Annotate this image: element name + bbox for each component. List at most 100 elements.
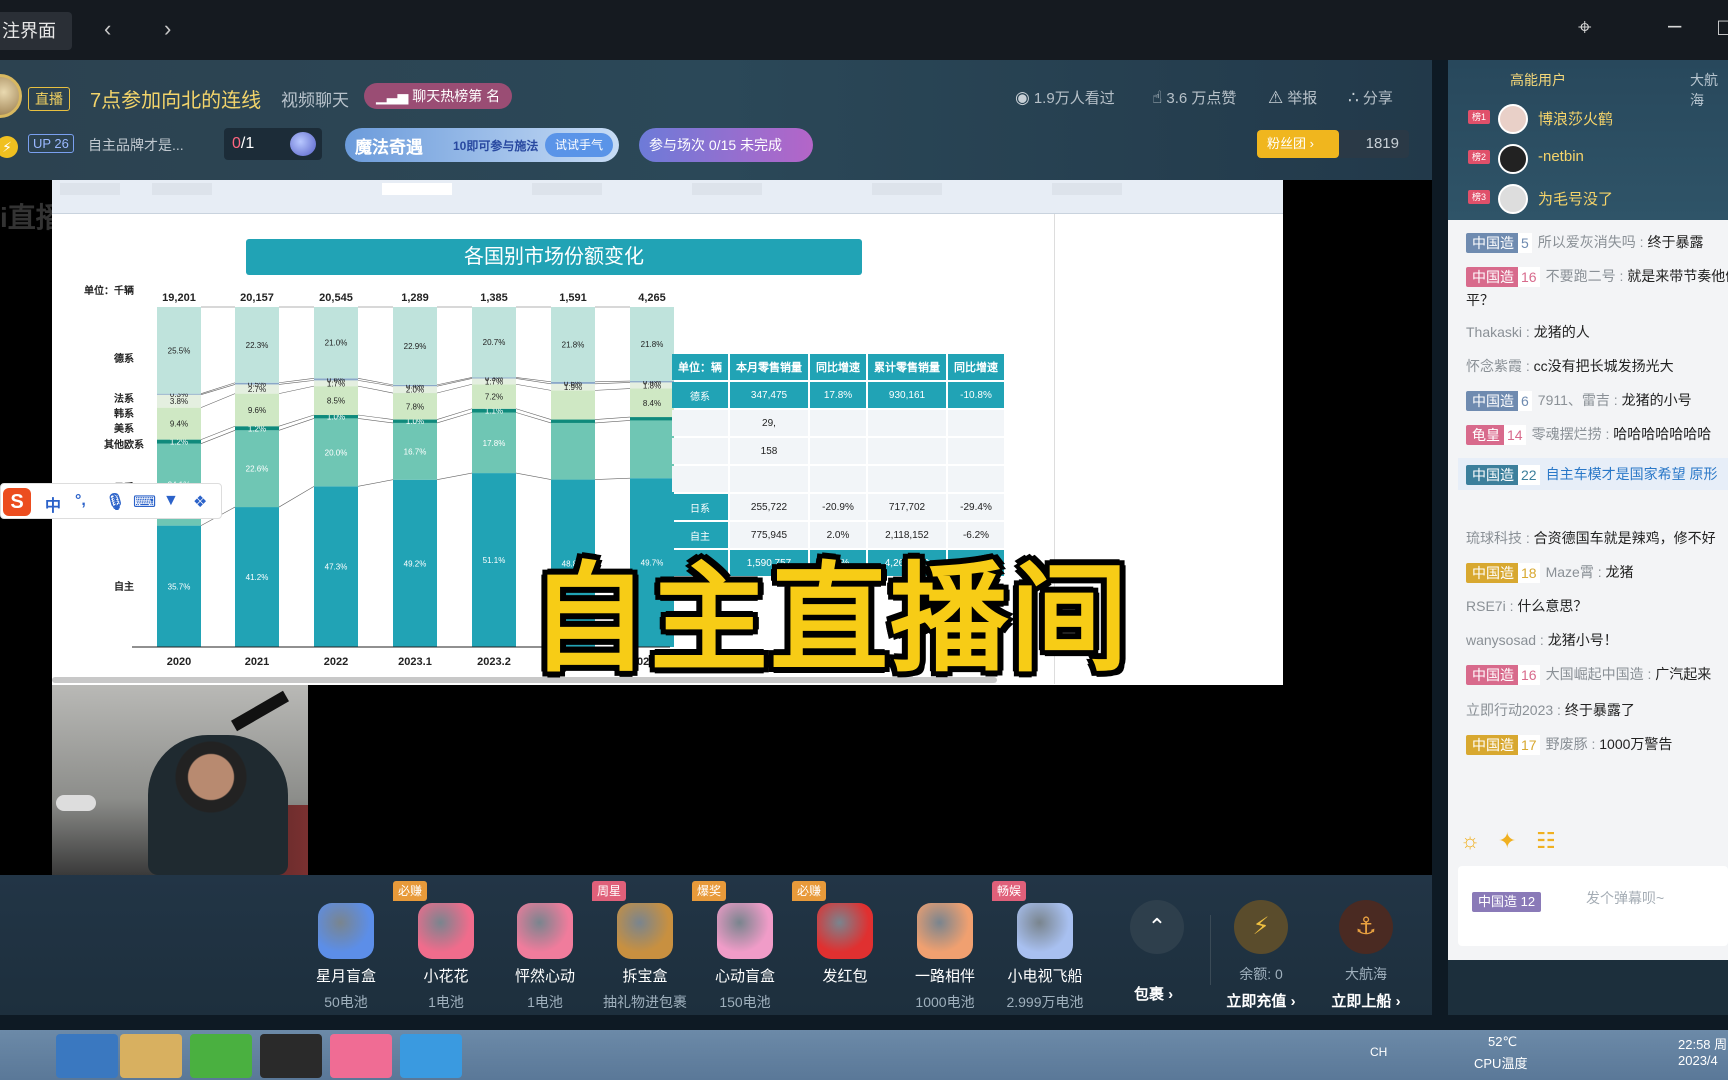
- report-button[interactable]: ⚠ 举报: [1268, 87, 1317, 108]
- share-button[interactable]: ∴ 分享: [1348, 87, 1393, 108]
- chat-user[interactable]: wanysosad :: [1466, 632, 1548, 648]
- planet-counter[interactable]: 0/1: [224, 128, 322, 160]
- chat-message[interactable]: 中国造16不要跑二号 : 就是来带节奏他们公平？: [1466, 264, 1728, 312]
- gift-item[interactable]: 怦然心动 1电池: [490, 903, 600, 1012]
- minimize-icon[interactable]: –: [1668, 12, 1681, 40]
- chat-user[interactable]: 所以爱灰消失吗 :: [1538, 234, 1648, 250]
- table-row: 自主 775,945 2.0% 2,118,152 -6.2%: [672, 522, 1004, 548]
- ie-icon[interactable]: [56, 1034, 118, 1078]
- captain-entry[interactable]: ⚓ 大航海 立即上船 ›: [1311, 900, 1421, 1011]
- note-icon[interactable]: ☷: [1536, 828, 1556, 854]
- medal-level: 14: [1504, 425, 1526, 446]
- recharge-wallet[interactable]: ⚡ 余额: 0 立即充值 ›: [1206, 900, 1316, 1011]
- gift-item[interactable]: 心动盲盒 150电池: [690, 903, 800, 1012]
- chat-user[interactable]: 不要跑二号 :: [1546, 268, 1628, 284]
- recharge-button[interactable]: 立即充值 ›: [1206, 990, 1316, 1011]
- chat-message[interactable]: Thakaski : 龙猪的人: [1466, 320, 1728, 344]
- video-stage[interactable]: i直播 各国别市场份额变化 单位：千辆 35.7%24.1%1.2%9.4%3.…: [0, 180, 1432, 875]
- chat-tools: ☼ ✦ ☷: [1448, 820, 1728, 864]
- browser-icon[interactable]: [190, 1034, 252, 1078]
- chat-message[interactable]: 怀念紫霞 : cc没有把长城发扬光大: [1466, 354, 1728, 378]
- toolbox-icon[interactable]: ❖: [193, 492, 207, 512]
- back-icon[interactable]: ‹: [104, 16, 111, 42]
- top-user[interactable]: 榜3 为毛号没了: [1458, 180, 1728, 216]
- hot-rank-badge[interactable]: ▁▃▅ 聊天热榜第 名: [364, 83, 513, 109]
- bilibili-icon[interactable]: [330, 1034, 392, 1078]
- gift-item[interactable]: 发红包: [790, 903, 900, 992]
- fan-medal[interactable]: 中国造 17: [1466, 735, 1540, 756]
- fan-medal[interactable]: 中国造 16: [1466, 665, 1540, 686]
- top-user[interactable]: 榜1 博浪莎火鹤: [1458, 100, 1728, 136]
- folder-icon[interactable]: [120, 1034, 182, 1078]
- room-category[interactable]: 视频聊天: [281, 86, 349, 111]
- chat-message[interactable]: 中国造 5 所以爱灰消失吗 : 终于暴露: [1466, 230, 1728, 254]
- chat-user[interactable]: 野废豚 :: [1546, 736, 1600, 752]
- chat-message[interactable]: 中国造 17 野废豚 : 1000万警告: [1466, 732, 1728, 756]
- chat-user[interactable]: RSE7i :: [1466, 598, 1517, 614]
- package-button[interactable]: 包裹 ›: [1134, 983, 1173, 1004]
- input-medal[interactable]: 中国造 12: [1472, 892, 1542, 912]
- top-user[interactable]: 榜2 -netbin: [1458, 140, 1728, 176]
- try-luck-button[interactable]: 试试手气: [544, 133, 613, 157]
- ime-language[interactable]: 中: [45, 492, 61, 516]
- ime-toolbar[interactable]: S 中 °, 🎙︎ ⌨ ▼ ❖: [0, 483, 222, 519]
- maximize-icon[interactable]: □: [1718, 14, 1728, 42]
- chat-user[interactable]: 零魂摆烂捞 :: [1532, 426, 1614, 442]
- gift-item[interactable]: 拆宝盒 抽礼物进包裹: [590, 903, 700, 1012]
- planet-icon: [290, 132, 316, 156]
- chat-user[interactable]: 立即行动2023 :: [1466, 702, 1565, 718]
- recorder-icon[interactable]: [260, 1034, 322, 1078]
- chat-message[interactable]: RSE7i : 什么意思？: [1466, 594, 1728, 618]
- streamer-avatar[interactable]: [0, 74, 22, 118]
- magic-event[interactable]: 魔法奇遇 10即可参与施法 试试手气: [345, 128, 619, 162]
- chat-user[interactable]: Thakaski :: [1466, 324, 1534, 340]
- gift-item[interactable]: 小电视飞船 2.999万电池: [990, 903, 1100, 1012]
- keyboard-icon[interactable]: ⌨: [133, 492, 156, 512]
- chat-message[interactable]: 中国造 22 自主车模才是国家希望 原形: [1458, 458, 1728, 490]
- live-tool-icon[interactable]: [400, 1034, 462, 1078]
- palette-icon[interactable]: ☼: [1460, 828, 1480, 854]
- chat-user[interactable]: 7911、雷吉 :: [1538, 392, 1622, 408]
- ime-punctuation[interactable]: °,: [75, 492, 86, 510]
- gift-item[interactable]: 一路相伴 1000电池: [890, 903, 1000, 1012]
- likes-stat[interactable]: ☝ 3.6 万点赞: [1152, 87, 1236, 108]
- chat-message[interactable]: 龟皇 14 零魂摆烂捞 : 哈哈哈哈哈哈哈: [1466, 422, 1728, 446]
- chat-user[interactable]: Maze霄 :: [1546, 564, 1606, 580]
- chat-messages[interactable]: 中国造5所以爱灰消失吗 : 终于暴露中国造16不要跑二号 : 就是来带节奏他们公…: [1448, 220, 1728, 820]
- chat-user[interactable]: 琉球科技 :: [1466, 530, 1534, 546]
- clock-date[interactable]: 2023/4: [1678, 1053, 1718, 1068]
- chat-user[interactable]: 大国崛起中国造 :: [1546, 666, 1656, 682]
- chat-message[interactable]: wanysosad : 龙猪小号！: [1466, 628, 1728, 652]
- forward-icon[interactable]: ›: [164, 16, 171, 42]
- fan-medal[interactable]: 中国造 18: [1466, 563, 1540, 584]
- clock-time[interactable]: 22:58 周: [1678, 1034, 1727, 1053]
- chat-user[interactable]: 怀念紫霞 :: [1466, 358, 1534, 374]
- fan-medal[interactable]: 中国造 5: [1466, 233, 1532, 254]
- chevron-up-icon[interactable]: ⌃: [1130, 900, 1184, 954]
- microphone-icon[interactable]: 🎙︎: [105, 492, 125, 512]
- likes-count: 3.6 万点赞: [1166, 90, 1237, 107]
- fan-medal[interactable]: 龟皇 14: [1466, 425, 1526, 446]
- puzzle-icon[interactable]: ✦: [1498, 828, 1516, 854]
- skin-icon[interactable]: ▼: [163, 492, 179, 510]
- danmaku-input[interactable]: 中国造 12 发个弹幕呗~: [1458, 866, 1728, 946]
- fan-medal[interactable]: 中国造 6: [1466, 391, 1532, 412]
- chat-message[interactable]: 琉球科技 : 合资德国车就是辣鸡，修不好: [1466, 526, 1728, 550]
- chat-message[interactable]: 立即行动2023 : 终于暴露了: [1466, 698, 1728, 722]
- board-button[interactable]: 立即上船 ›: [1311, 990, 1421, 1011]
- input-lang[interactable]: CH: [1370, 1045, 1387, 1059]
- chat-message[interactable]: 中国造 16 大国崛起中国造 : 广汽起来: [1466, 662, 1728, 686]
- participation-progress[interactable]: 参与场次 0/15 未完成: [639, 128, 813, 162]
- fan-medal[interactable]: 中国造 22: [1466, 465, 1540, 486]
- chat-message[interactable]: 中国造 18 Maze霄 : 龙猪: [1466, 560, 1728, 584]
- fan-medal[interactable]: 中国造 16: [1466, 267, 1540, 288]
- home-tab[interactable]: 注界面: [0, 12, 72, 50]
- fan-club-button[interactable]: 粉丝团 ›: [1257, 130, 1339, 158]
- gift-item[interactable]: 星月盲盒 50电池: [291, 903, 401, 1012]
- windows-taskbar: CH 52℃ CPU温度 22:58 周 2023/4: [0, 1030, 1728, 1080]
- fan-club[interactable]: 粉丝团 › 1819: [1257, 130, 1409, 158]
- tab-high-energy[interactable]: 高能用户: [1510, 70, 1566, 90]
- pin-icon[interactable]: ⌖: [1578, 14, 1592, 42]
- gift-item[interactable]: 小花花 1电池: [391, 903, 501, 1012]
- chat-message[interactable]: 中国造 6 7911、雷吉 : 龙猪的小号: [1466, 388, 1728, 412]
